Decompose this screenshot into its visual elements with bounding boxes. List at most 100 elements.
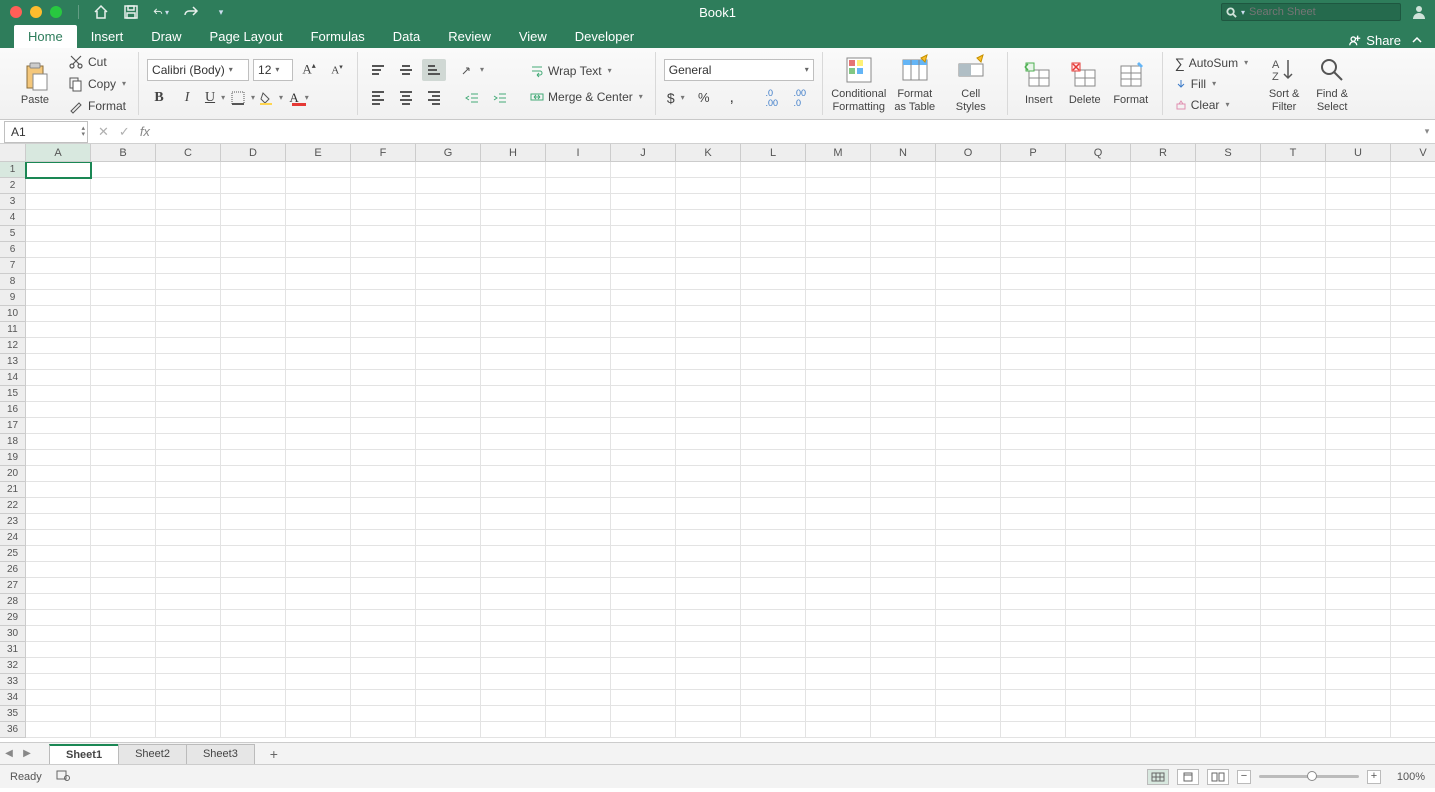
cell-V16[interactable] bbox=[1391, 402, 1435, 418]
cell-O12[interactable] bbox=[936, 338, 1001, 354]
cell-B27[interactable] bbox=[91, 578, 156, 594]
cell-Q9[interactable] bbox=[1066, 290, 1131, 306]
cell-F6[interactable] bbox=[351, 242, 416, 258]
cell-J8[interactable] bbox=[611, 274, 676, 290]
cell-E16[interactable] bbox=[286, 402, 351, 418]
cell-C5[interactable] bbox=[156, 226, 221, 242]
cell-U7[interactable] bbox=[1326, 258, 1391, 274]
cell-C9[interactable] bbox=[156, 290, 221, 306]
currency-button[interactable]: $ bbox=[664, 87, 688, 109]
cell-C35[interactable] bbox=[156, 706, 221, 722]
cell-T36[interactable] bbox=[1261, 722, 1326, 738]
cell-L29[interactable] bbox=[741, 610, 806, 626]
cell-P13[interactable] bbox=[1001, 354, 1066, 370]
cell-K1[interactable] bbox=[676, 162, 741, 178]
cell-I24[interactable] bbox=[546, 530, 611, 546]
cell-M16[interactable] bbox=[806, 402, 871, 418]
cell-V15[interactable] bbox=[1391, 386, 1435, 402]
cell-F5[interactable] bbox=[351, 226, 416, 242]
cell-T4[interactable] bbox=[1261, 210, 1326, 226]
cell-P12[interactable] bbox=[1001, 338, 1066, 354]
cell-M6[interactable] bbox=[806, 242, 871, 258]
cell-R35[interactable] bbox=[1131, 706, 1196, 722]
cell-E3[interactable] bbox=[286, 194, 351, 210]
cell-H23[interactable] bbox=[481, 514, 546, 530]
cell-L16[interactable] bbox=[741, 402, 806, 418]
format-cells-button[interactable]: Format bbox=[1108, 60, 1154, 106]
cell-R33[interactable] bbox=[1131, 674, 1196, 690]
cell-T17[interactable] bbox=[1261, 418, 1326, 434]
align-center-button[interactable] bbox=[394, 87, 418, 109]
cell-H3[interactable] bbox=[481, 194, 546, 210]
cell-I2[interactable] bbox=[546, 178, 611, 194]
row-header-16[interactable]: 16 bbox=[0, 402, 26, 418]
cell-D23[interactable] bbox=[221, 514, 286, 530]
cell-A20[interactable] bbox=[26, 466, 91, 482]
cell-J36[interactable] bbox=[611, 722, 676, 738]
cell-N18[interactable] bbox=[871, 434, 936, 450]
cell-I34[interactable] bbox=[546, 690, 611, 706]
row-header-18[interactable]: 18 bbox=[0, 434, 26, 450]
cell-D21[interactable] bbox=[221, 482, 286, 498]
cell-A25[interactable] bbox=[26, 546, 91, 562]
cell-J26[interactable] bbox=[611, 562, 676, 578]
cell-Q26[interactable] bbox=[1066, 562, 1131, 578]
cell-N13[interactable] bbox=[871, 354, 936, 370]
cell-Q10[interactable] bbox=[1066, 306, 1131, 322]
cell-G14[interactable] bbox=[416, 370, 481, 386]
cell-T31[interactable] bbox=[1261, 642, 1326, 658]
cell-J16[interactable] bbox=[611, 402, 676, 418]
cell-T18[interactable] bbox=[1261, 434, 1326, 450]
cell-L33[interactable] bbox=[741, 674, 806, 690]
cell-G26[interactable] bbox=[416, 562, 481, 578]
cell-O16[interactable] bbox=[936, 402, 1001, 418]
cell-R15[interactable] bbox=[1131, 386, 1196, 402]
cell-R16[interactable] bbox=[1131, 402, 1196, 418]
column-header-F[interactable]: F bbox=[351, 144, 416, 161]
row-header-34[interactable]: 34 bbox=[0, 690, 26, 706]
cell-T26[interactable] bbox=[1261, 562, 1326, 578]
cell-P9[interactable] bbox=[1001, 290, 1066, 306]
cell-V13[interactable] bbox=[1391, 354, 1435, 370]
find-select-button[interactable]: Find &Select bbox=[1308, 54, 1356, 112]
cell-V35[interactable] bbox=[1391, 706, 1435, 722]
cell-L23[interactable] bbox=[741, 514, 806, 530]
cell-V11[interactable] bbox=[1391, 322, 1435, 338]
cell-Q13[interactable] bbox=[1066, 354, 1131, 370]
cell-V17[interactable] bbox=[1391, 418, 1435, 434]
cell-U12[interactable] bbox=[1326, 338, 1391, 354]
cell-C2[interactable] bbox=[156, 178, 221, 194]
cell-N34[interactable] bbox=[871, 690, 936, 706]
cell-V24[interactable] bbox=[1391, 530, 1435, 546]
cell-O8[interactable] bbox=[936, 274, 1001, 290]
cell-I29[interactable] bbox=[546, 610, 611, 626]
column-header-D[interactable]: D bbox=[221, 144, 286, 161]
cell-Q16[interactable] bbox=[1066, 402, 1131, 418]
cell-C19[interactable] bbox=[156, 450, 221, 466]
cell-N10[interactable] bbox=[871, 306, 936, 322]
cell-K28[interactable] bbox=[676, 594, 741, 610]
cell-G2[interactable] bbox=[416, 178, 481, 194]
tab-page-layout[interactable]: Page Layout bbox=[196, 25, 297, 48]
cell-T19[interactable] bbox=[1261, 450, 1326, 466]
undo-icon[interactable]: ▾ bbox=[153, 4, 169, 20]
cell-J14[interactable] bbox=[611, 370, 676, 386]
delete-cells-button[interactable]: Delete bbox=[1062, 60, 1108, 106]
cell-N24[interactable] bbox=[871, 530, 936, 546]
cell-F15[interactable] bbox=[351, 386, 416, 402]
cell-R1[interactable] bbox=[1131, 162, 1196, 178]
cell-N26[interactable] bbox=[871, 562, 936, 578]
cell-H22[interactable] bbox=[481, 498, 546, 514]
cell-S29[interactable] bbox=[1196, 610, 1261, 626]
cell-J25[interactable] bbox=[611, 546, 676, 562]
cell-L30[interactable] bbox=[741, 626, 806, 642]
cell-R14[interactable] bbox=[1131, 370, 1196, 386]
cell-P24[interactable] bbox=[1001, 530, 1066, 546]
cell-M30[interactable] bbox=[806, 626, 871, 642]
cell-T14[interactable] bbox=[1261, 370, 1326, 386]
cell-U35[interactable] bbox=[1326, 706, 1391, 722]
cell-O36[interactable] bbox=[936, 722, 1001, 738]
cell-T10[interactable] bbox=[1261, 306, 1326, 322]
cell-styles-button[interactable]: CellStyles bbox=[943, 54, 999, 112]
cell-A13[interactable] bbox=[26, 354, 91, 370]
